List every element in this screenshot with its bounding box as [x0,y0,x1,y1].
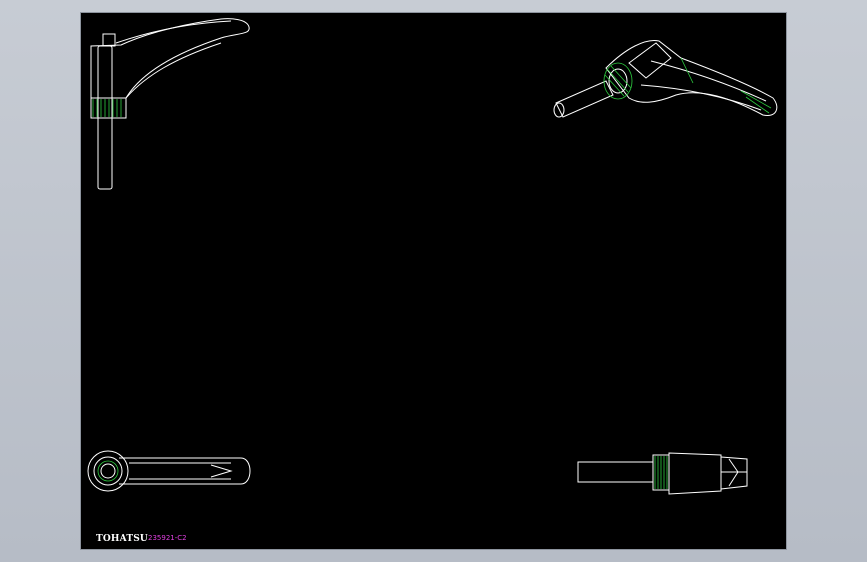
lever-isometric-view [553,39,778,118]
lever-top-view [87,450,251,492]
logo-text: TOHATSU [96,534,148,544]
part-code-label: 235921-C2 [148,534,187,542]
cad-drawing-canvas [87,18,778,495]
drawing-sheet: TOHATSU 235921-C2 [81,13,786,549]
lever-end-view [577,452,748,495]
lever-side-view [90,18,250,190]
